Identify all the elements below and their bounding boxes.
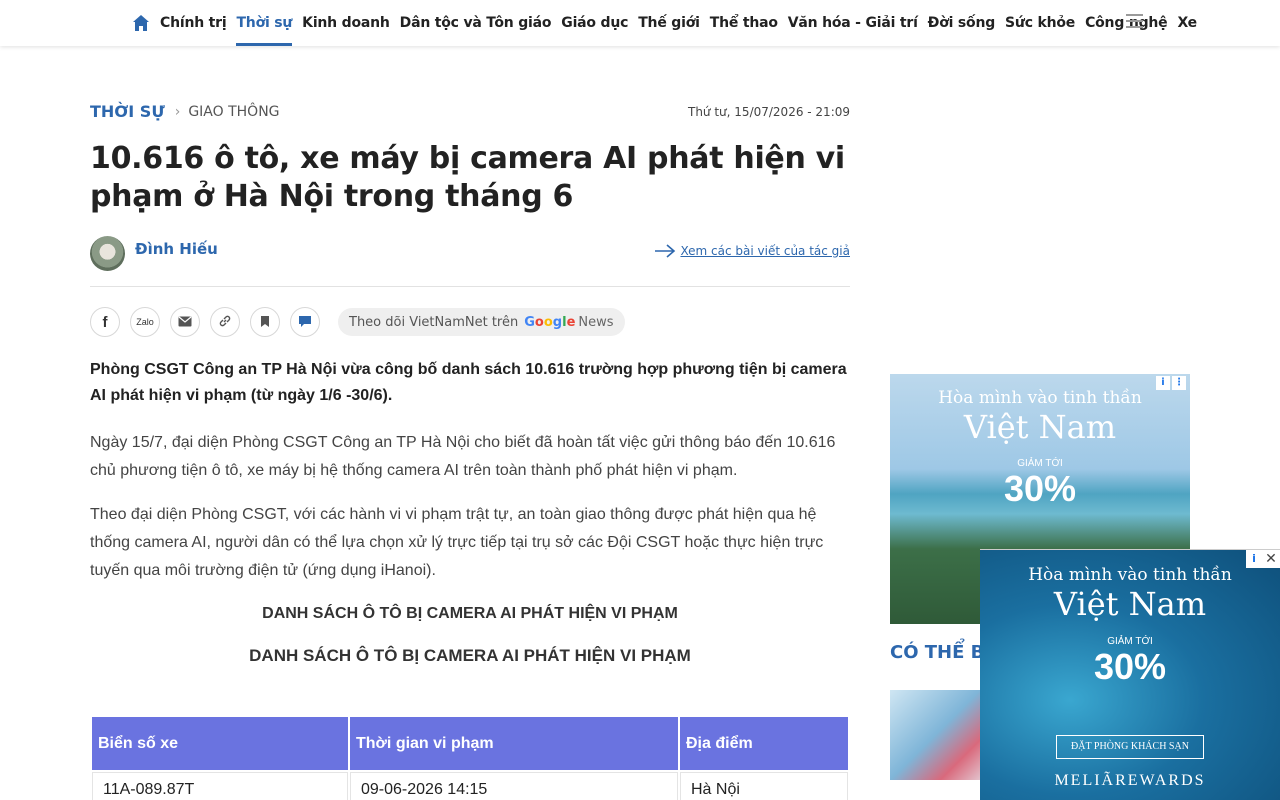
ad-headline: Việt Nam	[963, 408, 1117, 446]
follow-text: Theo dõi VietNamNet trên	[349, 314, 519, 330]
nav-item-giao-duc[interactable]: Giáo dục	[561, 0, 628, 46]
author-row: Đình Hiếu Xem các bài viết của tác giả	[90, 236, 850, 272]
arrow-right-icon	[655, 244, 676, 258]
column-header-time: Thời gian vi phạm	[350, 717, 678, 770]
nav-item-suc-khoe[interactable]: Sức khỏe	[1005, 0, 1075, 46]
ad-discount: 30%	[1093, 646, 1167, 687]
email-share-button[interactable]	[170, 307, 200, 337]
divider	[90, 286, 850, 287]
share-toolbar: f Zalo Theo dõi VietNamNet trên Google N…	[90, 307, 625, 337]
facebook-icon: f	[102, 313, 108, 331]
nav-item-thoi-su[interactable]: Thời sự	[236, 0, 292, 46]
link-icon	[218, 314, 232, 330]
breadcrumb-subcategory[interactable]: GIAO THÔNG	[188, 104, 279, 120]
author-name[interactable]: Đình Hiếu	[135, 240, 218, 258]
copy-link-button[interactable]	[210, 307, 240, 337]
nav-item-doi-song[interactable]: Đời sống	[928, 0, 996, 46]
ad-tagline: Hòa mình vào tinh thần	[1028, 565, 1232, 585]
table-header-row: Biển số xe Thời gian vi phạm Địa điểm	[92, 717, 848, 770]
home-icon[interactable]	[132, 14, 150, 32]
nav-item-xe[interactable]: Xe	[1177, 0, 1197, 46]
breadcrumb: THỜI SỰ › GIAO THÔNG	[90, 102, 280, 121]
table-cell-plate: 11A-089.87T	[92, 772, 348, 800]
google-news-label: News	[578, 314, 614, 330]
google-logo: Google	[524, 314, 576, 330]
ad-headline: Việt Nam	[1053, 585, 1207, 623]
hamburger-menu-icon[interactable]	[1126, 14, 1143, 30]
floating-ad-banner[interactable]: i ✕ Hòa mình vào tinh thần Việt Nam GIẢM…	[980, 549, 1280, 800]
violations-table: Biển số xe Thời gian vi phạm Địa điểm 11…	[90, 715, 850, 800]
author-articles-link-text: Xem các bài viết của tác giả	[680, 244, 850, 258]
breadcrumb-category[interactable]: THỜI SỰ	[90, 102, 165, 121]
nav-item-chinh-tri[interactable]: Chính trị	[160, 0, 227, 46]
nav-item-van-hoa-giai-tri[interactable]: Văn hóa - Giải trí	[788, 0, 918, 46]
author-articles-link[interactable]: Xem các bài viết của tác giả	[654, 244, 850, 258]
column-header-plate: Biển số xe	[92, 717, 348, 770]
author-avatar[interactable]	[90, 236, 125, 271]
chevron-right-icon: ›	[174, 103, 181, 120]
zalo-icon: Zalo	[136, 317, 154, 327]
article-title: 10.616 ô tô, xe máy bị camera AI phát hi…	[90, 141, 845, 214]
google-news-follow-button[interactable]: Theo dõi VietNamNet trên Google News	[338, 308, 625, 336]
nav-items: Chính trị Thời sự Kinh doanh Dân tộc và …	[132, 0, 1207, 46]
zalo-share-button[interactable]: Zalo	[130, 307, 160, 337]
column-header-location: Địa điểm	[680, 717, 848, 770]
table-cell-time: 09-06-2026 14:15	[350, 772, 678, 800]
table-row: 11A-089.87T 09-06-2026 14:15 Hà Nội	[92, 772, 848, 800]
bookmark-icon	[260, 315, 270, 330]
comment-icon	[298, 315, 312, 330]
facebook-share-button[interactable]: f	[90, 307, 120, 337]
article-sapo: Phòng CSGT Công an TP Hà Nội vừa công bố…	[90, 361, 847, 404]
table-cell-location: Hà Nội	[680, 772, 848, 800]
article-paragraph: Theo đại diện Phòng CSGT, với các hành v…	[90, 506, 824, 579]
ad-cta-button[interactable]: ĐẶT PHÒNG KHÁCH SẠN	[1056, 735, 1204, 759]
publish-date: Thứ tư, 15/07/2026 - 21:09	[688, 105, 850, 119]
email-icon	[178, 316, 192, 329]
comment-button[interactable]	[290, 307, 320, 337]
top-navigation: Chính trị Thời sự Kinh doanh Dân tộc và …	[0, 0, 1280, 46]
ad-discount: 30%	[1003, 468, 1077, 509]
bookmark-button[interactable]	[250, 307, 280, 337]
nav-item-the-gioi[interactable]: Thế giới	[638, 0, 700, 46]
ad-brand: MELIÃREWARDS	[1054, 772, 1206, 789]
list-title: DANH SÁCH Ô TÔ BỊ CAMERA AI PHÁT HIỆN VI…	[262, 605, 678, 622]
list-title: DANH SÁCH Ô TÔ BỊ CAMERA AI PHÁT HIỆN VI…	[249, 646, 691, 665]
article-paragraph: Ngày 15/7, đại diện Phòng CSGT Công an T…	[90, 434, 836, 479]
nav-item-the-thao[interactable]: Thể thao	[710, 0, 778, 46]
nav-item-dan-toc-ton-giao[interactable]: Dân tộc và Tôn giáo	[400, 0, 552, 46]
ad-tagline: Hòa mình vào tinh thần	[938, 388, 1142, 408]
nav-item-kinh-doanh[interactable]: Kinh doanh	[302, 0, 390, 46]
